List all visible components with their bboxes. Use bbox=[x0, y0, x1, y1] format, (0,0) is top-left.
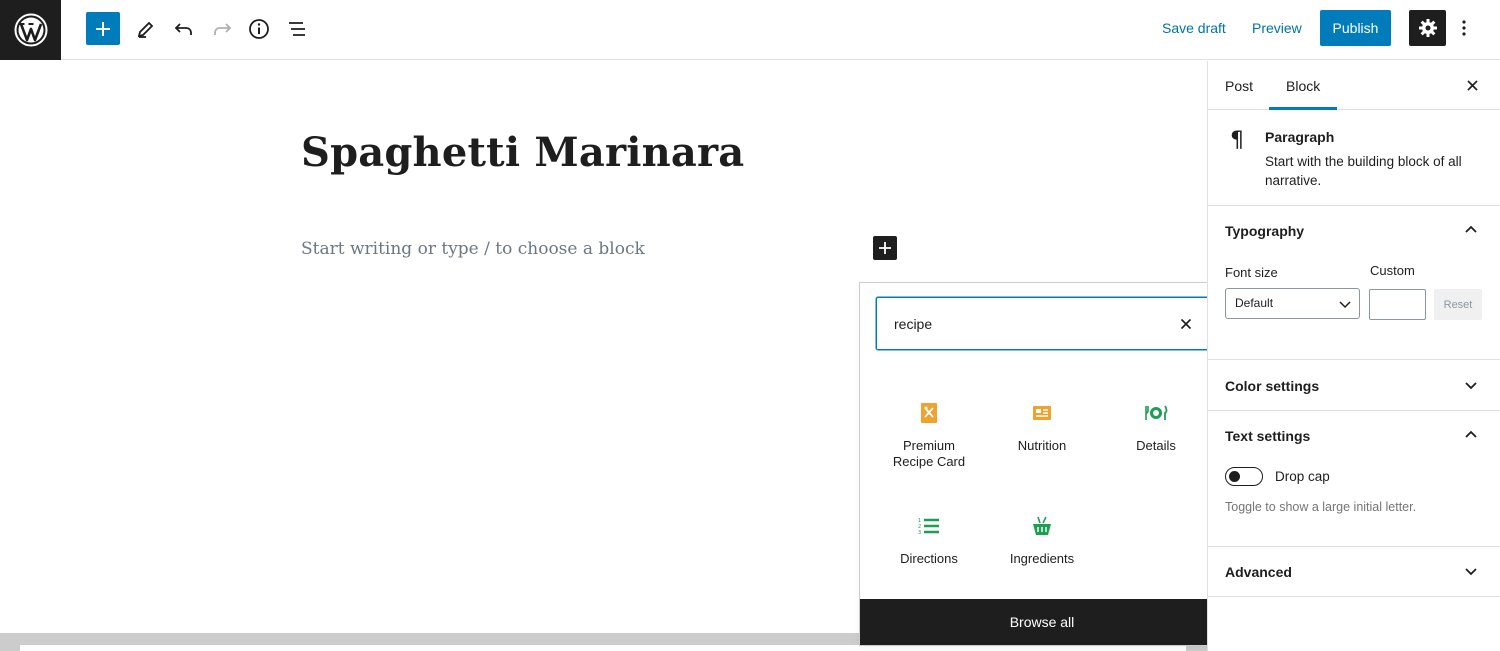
paragraph-icon: ¶ bbox=[1230, 128, 1244, 153]
preview-link[interactable]: Preview bbox=[1252, 20, 1302, 36]
ingredients-icon bbox=[1030, 514, 1054, 538]
tab-post[interactable]: Post bbox=[1225, 78, 1253, 94]
font-size-select[interactable]: Default bbox=[1225, 288, 1360, 319]
tab-block[interactable]: Block bbox=[1286, 78, 1320, 94]
nutrition-icon bbox=[1030, 401, 1054, 425]
wordpress-logo-icon[interactable] bbox=[0, 0, 61, 60]
drop-cap-help-text: Toggle to show a large initial letter. bbox=[1225, 500, 1417, 514]
block-item-label: Ingredients bbox=[1009, 551, 1075, 566]
close-icon bbox=[1180, 318, 1192, 330]
block-card: ¶ Paragraph Start with the building bloc… bbox=[1208, 110, 1500, 206]
chevron-up-icon bbox=[1465, 225, 1477, 233]
settings-sidebar: Post Block ¶ Paragraph Start with the bu… bbox=[1207, 61, 1500, 651]
list-view-icon bbox=[289, 22, 305, 36]
publish-button[interactable]: Publish bbox=[1320, 10, 1391, 46]
block-item-directions[interactable]: 1 2 3 Directions bbox=[873, 502, 985, 602]
block-inserter-popover: Premium Recipe Card Nutrition Details 1 bbox=[859, 282, 1225, 646]
block-card-title: Paragraph bbox=[1265, 129, 1335, 145]
font-size-label: Font size bbox=[1225, 265, 1278, 280]
panel-title: Advanced bbox=[1225, 564, 1292, 580]
block-card-description: Start with the building block of all nar… bbox=[1265, 154, 1462, 188]
toggle-knob bbox=[1229, 470, 1240, 482]
block-item-label: Premium Recipe Card bbox=[892, 438, 966, 469]
custom-size-label: Custom bbox=[1370, 263, 1415, 278]
block-item-label: Directions bbox=[900, 551, 958, 566]
directions-icon: 1 2 3 bbox=[917, 514, 941, 538]
settings-button[interactable] bbox=[1409, 10, 1446, 46]
drop-cap-toggle[interactable] bbox=[1225, 467, 1263, 486]
block-item-ingredients[interactable]: Ingredients bbox=[986, 502, 1098, 602]
typography-panel-toggle[interactable]: Typography bbox=[1208, 206, 1500, 256]
browse-all-button[interactable]: Browse all bbox=[860, 599, 1224, 645]
close-icon bbox=[1466, 79, 1478, 91]
undo-icon bbox=[174, 23, 192, 35]
block-item-label: Details bbox=[1136, 438, 1176, 453]
list-view-button[interactable] bbox=[279, 11, 315, 47]
block-item-nutrition[interactable]: Nutrition bbox=[986, 389, 1098, 489]
panel-title: Color settings bbox=[1225, 378, 1320, 394]
details-icon bbox=[1144, 401, 1168, 425]
info-icon bbox=[249, 19, 269, 39]
drop-cap-label: Drop cap bbox=[1275, 469, 1330, 484]
add-block-button[interactable] bbox=[86, 12, 120, 45]
panel-title: Typography bbox=[1225, 223, 1305, 239]
svg-text:3: 3 bbox=[918, 530, 921, 536]
gear-icon bbox=[1418, 19, 1437, 37]
advanced-panel-toggle[interactable]: Advanced bbox=[1208, 547, 1500, 597]
color-settings-panel-toggle[interactable]: Color settings bbox=[1208, 361, 1500, 411]
chevron-down-icon bbox=[1465, 382, 1477, 390]
redo-icon bbox=[214, 23, 232, 35]
options-menu-button[interactable] bbox=[1452, 10, 1476, 46]
font-size-select-value: Default bbox=[1235, 296, 1274, 310]
save-draft-link[interactable]: Save draft bbox=[1162, 20, 1226, 36]
chevron-down-icon bbox=[1339, 301, 1351, 309]
undo-button[interactable] bbox=[166, 11, 202, 47]
block-inserter-button[interactable] bbox=[873, 236, 897, 260]
block-item-premium-recipe-card[interactable]: Premium Recipe Card bbox=[873, 389, 985, 489]
redo-button[interactable] bbox=[204, 11, 240, 47]
more-vertical-icon bbox=[1462, 20, 1466, 36]
recipe-card-icon bbox=[917, 401, 941, 425]
clear-search-button[interactable] bbox=[1176, 314, 1196, 334]
post-title[interactable]: Spaghetti Marinara bbox=[301, 129, 744, 176]
chevron-down-icon bbox=[1465, 568, 1477, 576]
panel-title: Text settings bbox=[1225, 428, 1311, 444]
top-toolbar: Save draft Preview Publish bbox=[0, 0, 1500, 60]
pencil-icon bbox=[137, 21, 154, 38]
details-button[interactable] bbox=[241, 11, 277, 47]
plus-icon bbox=[879, 242, 891, 254]
close-sidebar-button[interactable] bbox=[1462, 75, 1482, 95]
block-item-details[interactable]: Details bbox=[1100, 389, 1212, 489]
block-search-input[interactable] bbox=[894, 316, 1154, 332]
block-item-label: Nutrition bbox=[1017, 438, 1067, 453]
reset-font-size-button[interactable]: Reset bbox=[1434, 289, 1482, 320]
paragraph-placeholder[interactable]: Start writing or type / to choose a bloc… bbox=[301, 239, 645, 259]
block-search-box bbox=[876, 297, 1211, 350]
chevron-up-icon bbox=[1465, 430, 1477, 438]
sidebar-tabs: Post Block bbox=[1208, 61, 1500, 110]
custom-font-size-input[interactable] bbox=[1369, 289, 1426, 320]
text-settings-panel-toggle[interactable]: Text settings bbox=[1208, 411, 1500, 461]
plus-icon bbox=[96, 21, 110, 36]
tools-button[interactable] bbox=[128, 11, 164, 47]
